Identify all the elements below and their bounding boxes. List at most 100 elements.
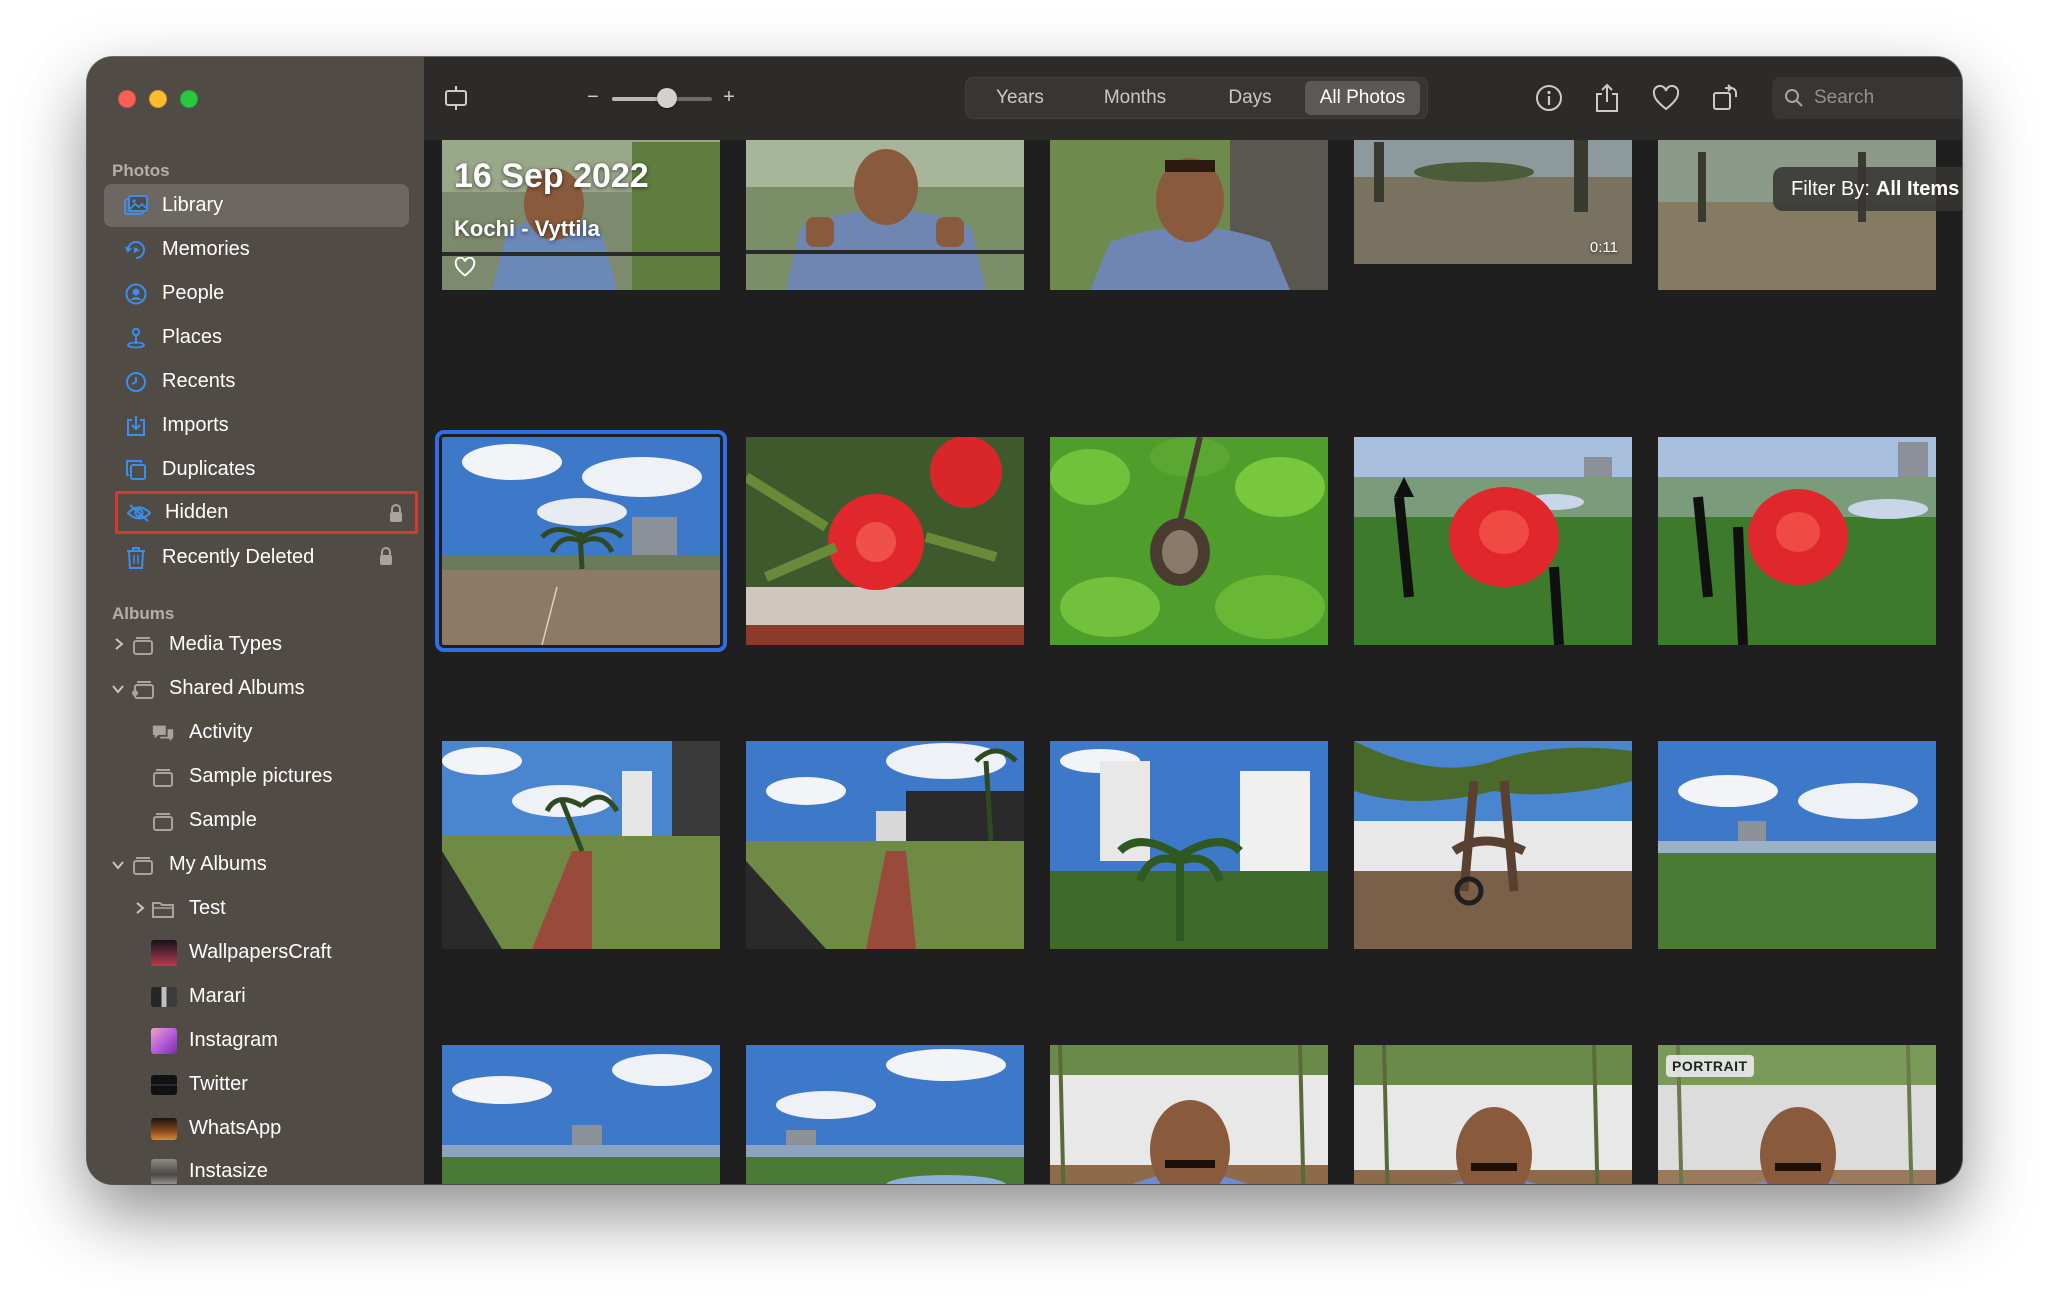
hidden-icon	[127, 501, 151, 525]
share-icon[interactable]	[1591, 82, 1623, 114]
album-thumbnail	[151, 1074, 177, 1095]
moment-location-title: Kochi - Vyttila	[454, 216, 600, 241]
close-button[interactable]	[118, 90, 136, 108]
slideshow-icon[interactable]	[440, 82, 472, 114]
sidebar-item-recently-deleted[interactable]: Recently Deleted	[104, 536, 409, 579]
photo-thumbnail[interactable]	[442, 741, 720, 949]
chevron-right-icon[interactable]	[133, 901, 147, 915]
zoom-button[interactable]	[180, 90, 198, 108]
sidebar-item-my-albums[interactable]: My Albums	[104, 843, 409, 886]
zoom-slider[interactable]	[612, 88, 712, 108]
tab-years[interactable]: Years	[965, 81, 1075, 115]
sidebar-item-instagram[interactable]: Instagram	[104, 1019, 409, 1062]
sidebar-item-label: Media Types	[169, 633, 283, 655]
filter-by-button[interactable]: Filter By: All Items	[1773, 167, 1962, 211]
photo-thumbnail[interactable]	[1050, 741, 1328, 949]
photos-window: Photos Library Memories People Places Re…	[87, 57, 1962, 1184]
toolbar: − + Years Months Days All Photos	[424, 57, 1962, 141]
sidebar-item-sample-pictures[interactable]: Sample pictures	[104, 755, 409, 798]
sidebar-item-people[interactable]: People	[104, 272, 409, 315]
sidebar-item-label: Sample pictures	[189, 765, 333, 787]
sidebar-item-imports[interactable]: Imports	[104, 404, 409, 447]
photo-thumbnail[interactable]	[1354, 437, 1632, 645]
photo-thumbnail[interactable]	[746, 437, 1024, 645]
sidebar-item-places[interactable]: Places	[104, 316, 409, 359]
album-stack-icon	[151, 765, 175, 789]
photo-thumbnail[interactable]	[746, 1045, 1024, 1184]
portrait-badge: PORTRAIT	[1666, 1055, 1754, 1077]
chevron-down-icon[interactable]	[111, 682, 125, 696]
album-thumbnail	[151, 1027, 177, 1054]
sidebar-item-sample[interactable]: Sample	[104, 799, 409, 842]
photo-thumbnail[interactable]	[746, 140, 1024, 290]
search-input[interactable]	[1812, 86, 1962, 110]
sidebar-item-label: Twitter	[189, 1073, 248, 1095]
sidebar-item-label: Recently Deleted	[162, 546, 315, 568]
view-segmented-control: Years Months Days All Photos	[965, 77, 1428, 119]
photo-thumbnail-selected[interactable]	[435, 430, 727, 652]
sidebar-item-twitter[interactable]: Twitter	[104, 1063, 409, 1106]
chevron-down-icon[interactable]	[111, 858, 125, 872]
zoom-out-button[interactable]: −	[586, 82, 600, 112]
minimize-button[interactable]	[149, 90, 167, 108]
photo-thumbnail[interactable]: PORTRAIT	[1658, 1045, 1936, 1184]
photo-thumbnail[interactable]	[1354, 741, 1632, 949]
activity-icon	[151, 721, 175, 745]
sidebar-item-label: Memories	[162, 238, 250, 260]
photo-thumbnail[interactable]	[1658, 741, 1936, 949]
album-thumbnail	[151, 986, 177, 1007]
favorite-heart-icon[interactable]	[1650, 82, 1682, 114]
sidebar-item-instasize[interactable]: Instasize	[104, 1150, 409, 1184]
people-icon	[124, 282, 148, 306]
photo-thumbnail[interactable]: 16 Sep 2022 Kochi - Vyttila	[442, 140, 720, 290]
photo-thumbnail[interactable]	[1050, 1045, 1328, 1184]
zoom-in-button[interactable]: +	[722, 82, 736, 112]
photo-thumbnail[interactable]	[442, 1045, 720, 1184]
sidebar-item-media-types[interactable]: Media Types	[104, 623, 409, 666]
tab-all-photos[interactable]: All Photos	[1305, 81, 1420, 115]
photo-thumbnail[interactable]	[1050, 437, 1328, 645]
sidebar-item-label: Activity	[189, 721, 253, 743]
recents-icon	[124, 370, 148, 394]
favorite-heart-icon[interactable]	[454, 257, 476, 277]
sidebar-item-wallpaperscraft[interactable]: WallpapersCraft	[104, 931, 409, 974]
photo-thumbnail[interactable]	[1658, 140, 1936, 290]
video-duration: 0:11	[1589, 239, 1618, 256]
imports-icon	[124, 414, 148, 438]
rotate-icon[interactable]	[1709, 82, 1741, 114]
sidebar-item-label: Recents	[162, 370, 236, 392]
search-field[interactable]	[1772, 77, 1962, 119]
album-stack-icon	[131, 853, 155, 877]
video-thumbnail[interactable]: 0:11	[1354, 140, 1632, 264]
info-icon[interactable]	[1533, 82, 1565, 114]
sidebar-item-activity[interactable]: Activity	[104, 711, 409, 754]
zoom-slider-knob[interactable]	[657, 88, 677, 108]
sidebar-item-marari[interactable]: Marari	[104, 975, 409, 1018]
sidebar-item-label: WallpapersCraft	[189, 941, 332, 963]
trash-icon	[124, 546, 148, 570]
sidebar-item-label: Hidden	[165, 501, 229, 523]
sidebar-item-label: Test	[189, 897, 226, 919]
photo-thumbnail[interactable]	[1050, 140, 1328, 290]
lock-icon	[379, 547, 393, 565]
tab-days[interactable]: Days	[1195, 81, 1305, 115]
photo-thumbnail[interactable]	[746, 741, 1024, 949]
sidebar: Photos Library Memories People Places Re…	[87, 57, 424, 1184]
sidebar-item-whatsapp[interactable]: WhatsApp	[104, 1107, 409, 1150]
sidebar-item-recents[interactable]: Recents	[104, 360, 409, 403]
sidebar-item-label: Instasize	[189, 1160, 268, 1182]
shared-album-icon	[131, 677, 155, 701]
tab-months[interactable]: Months	[1075, 81, 1195, 115]
sidebar-item-library[interactable]: Library	[104, 184, 409, 227]
sidebar-item-duplicates[interactable]: Duplicates	[104, 448, 409, 491]
photo-thumbnail[interactable]	[1658, 437, 1936, 645]
photo-thumbnail[interactable]	[1354, 1045, 1632, 1184]
sidebar-item-test[interactable]: Test	[104, 887, 409, 930]
sidebar-item-label: Marari	[189, 985, 246, 1007]
sidebar-item-hidden[interactable]: Hidden	[115, 491, 418, 534]
search-icon	[1784, 88, 1804, 108]
chevron-right-icon[interactable]	[112, 637, 126, 651]
sidebar-item-memories[interactable]: Memories	[104, 228, 409, 271]
album-stack-icon	[151, 809, 175, 833]
sidebar-item-shared-albums[interactable]: Shared Albums	[104, 667, 409, 710]
